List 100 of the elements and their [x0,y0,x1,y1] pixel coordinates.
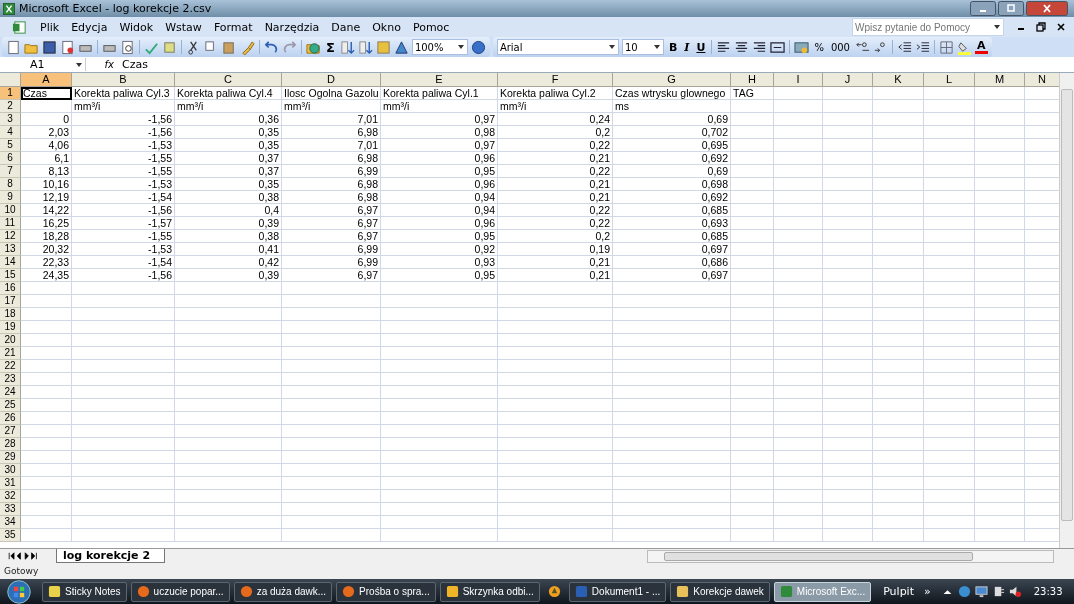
row-header[interactable]: 24 [0,386,21,399]
caret-icon[interactable] [76,62,82,67]
perm-icon[interactable] [60,39,75,55]
row-header[interactable]: 10 [0,204,21,217]
column-header[interactable]: M [975,73,1025,87]
desktop-toolbar-label[interactable]: Pulpit [883,585,914,598]
brush-icon[interactable] [240,39,255,55]
column-header[interactable]: A [21,73,72,87]
row-header[interactable]: 23 [0,373,21,386]
menu-item[interactable]: Wstaw [160,20,207,34]
horizontal-scrollbar[interactable] [647,549,1054,563]
row-header[interactable]: 35 [0,529,21,542]
decrease-decimal-icon[interactable] [873,39,888,55]
row-header[interactable]: 2 [0,100,21,113]
taskbar-button[interactable]: Skrzynka odbi... [439,581,540,602]
close-icon[interactable] [1056,22,1066,32]
row-header[interactable]: 22 [0,360,21,373]
menu-item[interactable]: Pomoc [407,20,455,34]
italic-button[interactable]: I [682,40,692,54]
taskbar-button[interactable]: Sticky Notes [42,581,127,602]
taskbar-button[interactable]: za duża dawk... [233,581,333,602]
column-header[interactable]: K [873,73,924,87]
undo-icon[interactable] [264,39,279,55]
row-header[interactable]: 17 [0,295,21,308]
column-header[interactable]: E [381,73,498,87]
row-header[interactable]: 5 [0,139,21,152]
autosum-button[interactable]: Σ [324,39,337,55]
increase-indent-icon[interactable] [915,39,930,55]
caret-icon[interactable] [457,45,464,49]
column-header[interactable]: C [175,73,282,87]
taskbar-button[interactable]: Korekcje dawek [670,581,770,602]
menu-item[interactable]: Edycja [66,20,113,34]
menu-item[interactable]: Dane [326,20,366,34]
column-header[interactable]: J [823,73,873,87]
row-header[interactable]: 8 [0,178,21,191]
borders-icon[interactable] [939,39,954,55]
row-header[interactable]: 9 [0,191,21,204]
row-header[interactable]: 3 [0,113,21,126]
taskbar-button[interactable]: Dokument1 - ... [568,581,667,602]
muted-speaker-icon[interactable] [1008,585,1022,598]
row-header[interactable]: 4 [0,126,21,139]
start-button[interactable] [6,578,32,604]
row-header[interactable]: 14 [0,256,21,269]
row-header[interactable]: 20 [0,334,21,347]
thousands-separator-button[interactable]: 000 [828,41,852,53]
zoom-dropdown[interactable]: 100% [411,39,468,55]
row-header[interactable]: 28 [0,438,21,451]
row-header[interactable]: 25 [0,399,21,412]
font-dropdown[interactable]: Arial [496,39,619,55]
row-header[interactable]: 13 [0,243,21,256]
column-header[interactable]: N [1025,73,1059,87]
row-header[interactable]: 33 [0,503,21,516]
font-color-button[interactable]: A [975,40,988,54]
fill-color-icon[interactable] [957,39,972,55]
column-header[interactable]: B [72,73,175,87]
menu-item[interactable]: Widok [114,20,159,34]
align-left-icon[interactable] [716,39,732,55]
row-header[interactable]: 21 [0,347,21,360]
row-header[interactable]: 6 [0,152,21,165]
taskbar-button[interactable]: uczucie popar... [130,581,230,602]
row-header[interactable]: 26 [0,412,21,425]
column-header[interactable]: I [774,73,823,87]
row-header[interactable]: 30 [0,464,21,477]
column-header[interactable]: L [924,73,975,87]
underline-button[interactable]: U [694,40,708,54]
caret-icon[interactable] [653,45,660,49]
help-search-field[interactable]: Wpisz pytanie do Pomocy [852,18,1004,36]
column-header[interactable]: D [282,73,381,87]
restore-icon[interactable] [1036,22,1046,32]
formula-field[interactable]: Czas [122,58,1074,71]
sheet-tab[interactable]: log korekcje 2 [56,549,166,563]
merge-cells-icon[interactable] [770,39,786,55]
menu-item[interactable]: Narzędzia [259,20,325,34]
row-header[interactable]: 29 [0,451,21,464]
taskbar-button[interactable]: Prośba o spra... [336,581,436,602]
maximize-button[interactable] [998,1,1024,16]
vertical-scrollbar[interactable] [1059,73,1074,548]
row-header[interactable]: 34 [0,516,21,529]
app-icon[interactable] [547,585,561,598]
new-icon[interactable] [6,39,21,55]
excel-icon[interactable] [12,19,27,35]
sort-icon[interactable] [357,39,373,55]
row-header[interactable]: 7 [0,165,21,178]
decrease-indent-icon[interactable] [897,39,912,55]
row-header[interactable]: 12 [0,230,21,243]
row-header[interactable]: 11 [0,217,21,230]
row-header[interactable]: 19 [0,321,21,334]
row-header[interactable]: 15 [0,269,21,282]
close-button[interactable] [1026,1,1068,16]
menu-item[interactable]: Okno [367,20,406,34]
column-header[interactable]: G [613,73,731,87]
row-header[interactable]: 31 [0,477,21,490]
minimize-button[interactable] [970,1,996,16]
more-button[interactable]: » [924,585,931,598]
sort-icon[interactable] [339,39,355,55]
column-header[interactable]: H [731,73,774,87]
align-right-icon[interactable] [752,39,768,55]
monitor-icon[interactable] [974,585,988,598]
caret-icon[interactable] [994,25,1000,29]
menu-item[interactable]: Plik [35,20,65,34]
